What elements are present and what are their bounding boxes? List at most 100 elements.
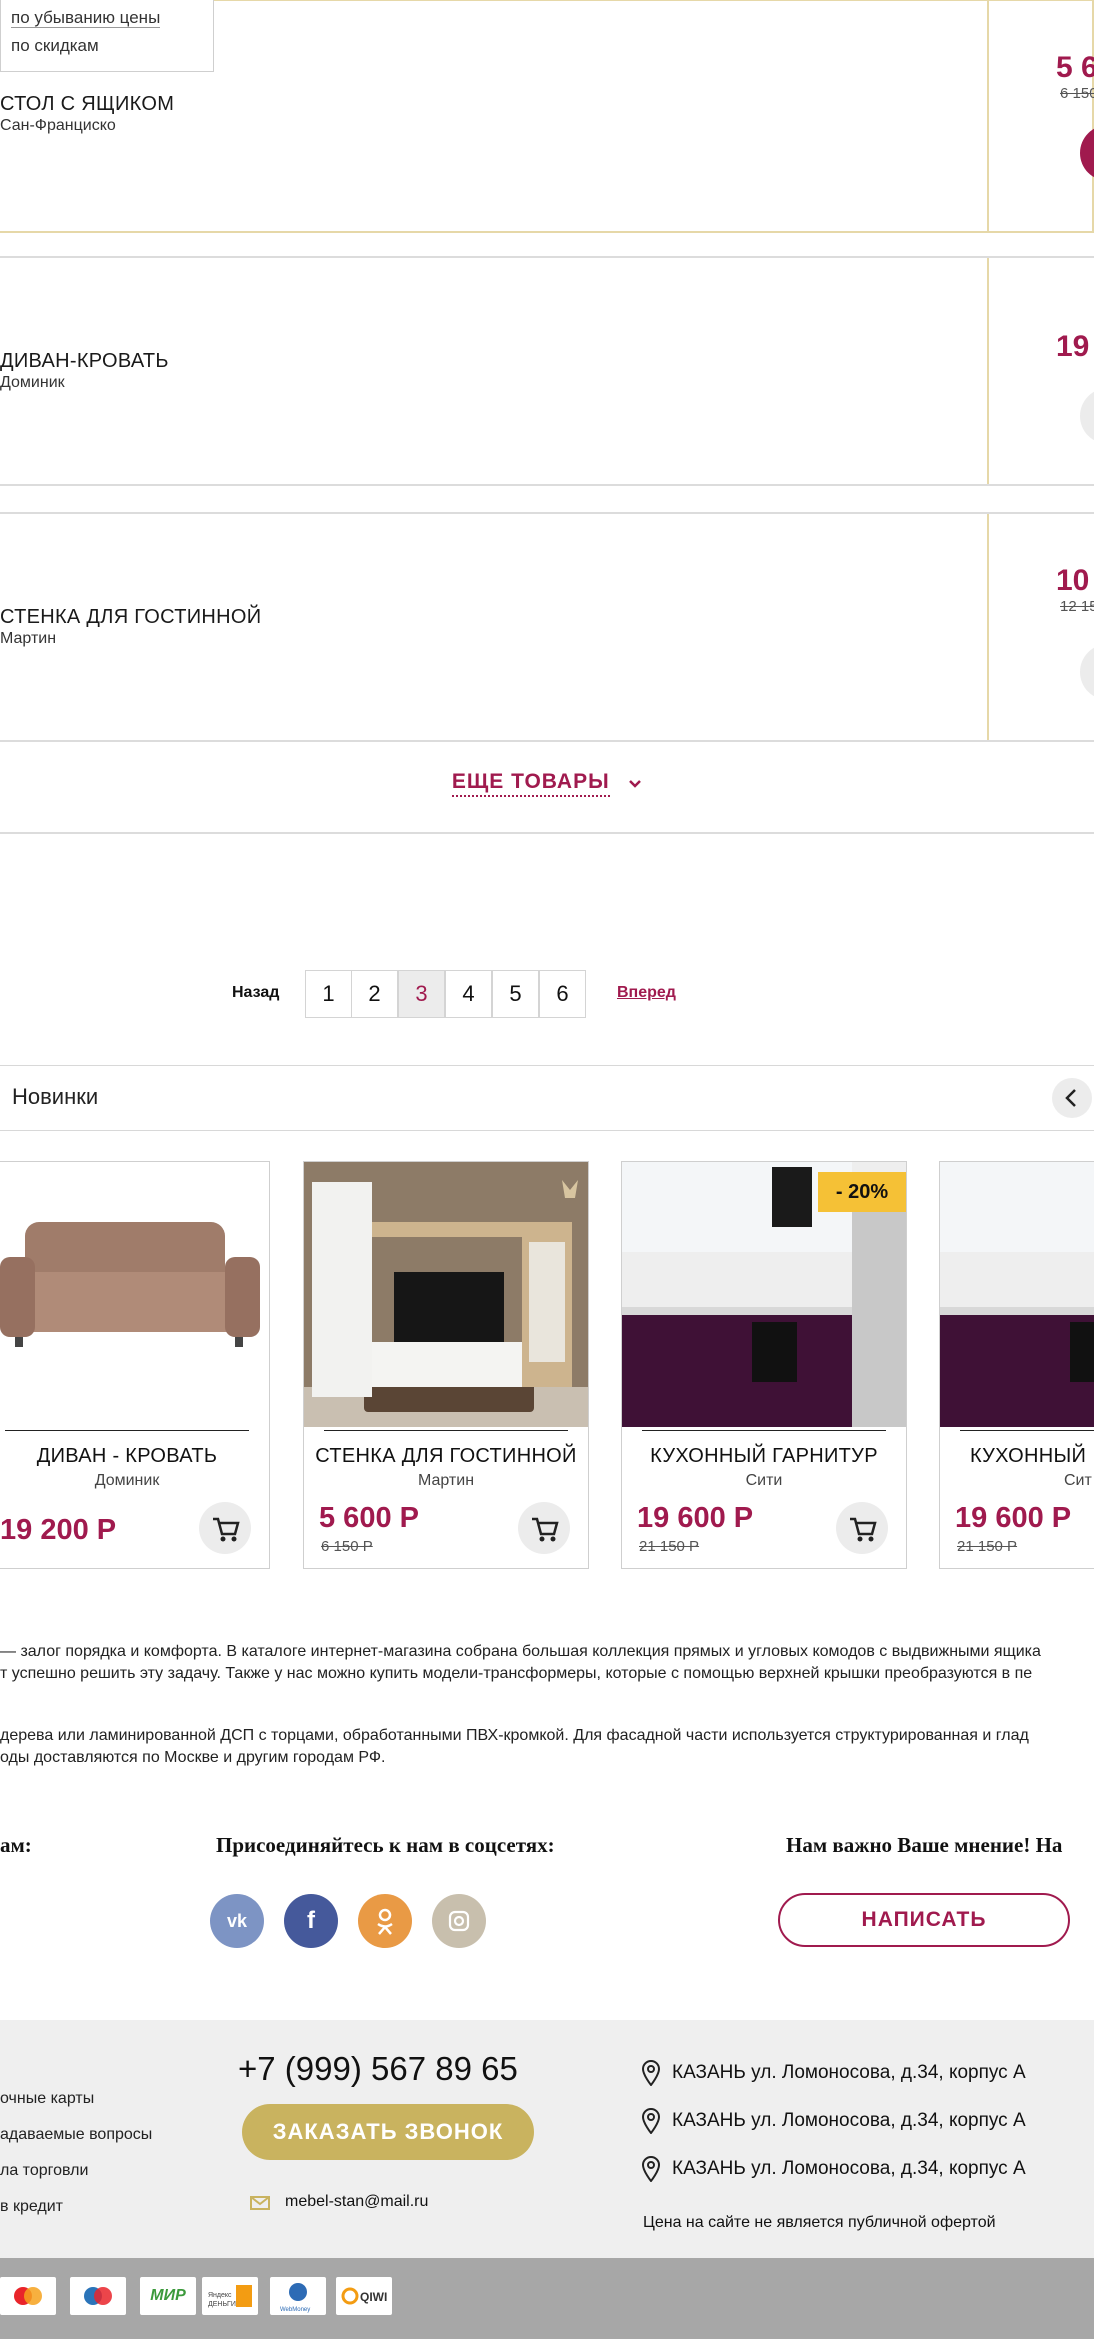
product-card[interactable]: - 20% КУХОННЫЙ ГАРНИТУР Сити 19 600 Р 21… [621, 1161, 907, 1569]
seo-text: оды доставляются по Москве и другим горо… [0, 1749, 386, 1766]
product-card[interactable]: КУХОННЫЙ Сит 19 600 Р 21 150 Р [939, 1161, 1094, 1569]
pager-prev[interactable]: Назад [232, 984, 279, 1002]
footer-disclaimer: Цена на сайте не является публичной офер… [643, 2214, 996, 2231]
cart-button[interactable] [1080, 644, 1094, 700]
pager-page-4[interactable]: 4 [445, 970, 492, 1018]
add-to-cart-button[interactable] [199, 1502, 251, 1554]
more-products-button[interactable]: ЕЩЕ ТОВАРЫ [451, 770, 610, 797]
facebook-icon[interactable]: f [284, 1894, 338, 1948]
pager-page-6[interactable]: 6 [539, 970, 586, 1018]
product-title: КУХОННЫЙ ГАРНИТУР [650, 1445, 878, 1467]
list-item: СТЕНКА ДЛЯ ГОСТИННОЙ Мартин 10 12 15 [0, 512, 1094, 742]
list-item-title: СТОЛ С ЯЩИКОМ [0, 93, 175, 115]
sort-option-discount[interactable]: по скидкам [1, 28, 213, 56]
row-divider [987, 514, 989, 740]
product-image [940, 1162, 1094, 1427]
list-item-old-price: 6 150 [1060, 85, 1094, 102]
seo-text: — залог порядка и комфорта. В каталоге и… [0, 1643, 1041, 1660]
list-item-old-price: 12 15 [1060, 598, 1094, 615]
product-old-price: 21 150 Р [639, 1538, 700, 1555]
sofa-image [0, 1222, 260, 1347]
footer-phone[interactable]: +7 (999) 567 89 65 [238, 2050, 518, 2088]
seo-text: дерева или ламинированной ДСП с торцами,… [0, 1727, 1029, 1744]
odnoklassniki-icon[interactable] [358, 1894, 412, 1948]
footer-link[interactable]: в кредит [0, 2198, 63, 2216]
list-item-subtitle: Мартин [0, 630, 57, 647]
feedback-heading: Нам важно Ваше мнение! На [786, 1833, 1063, 1857]
carousel-prev-button[interactable] [1052, 1078, 1092, 1118]
chevron-down-icon[interactable] [628, 779, 642, 789]
product-card[interactable]: ДИВАН - КРОВАТЬ Доминик 19 200 Р [0, 1161, 270, 1569]
row-divider [987, 1, 989, 231]
callback-button[interactable]: ЗАКАЗАТЬ ЗВОНОК [242, 2104, 534, 2160]
product-price: 19 600 Р [637, 1502, 754, 1534]
cart-button[interactable] [1080, 388, 1094, 444]
cart-icon [850, 1517, 877, 1542]
location-pin-icon [641, 2060, 661, 2086]
list-item-subtitle: Сан-Франциско [0, 117, 116, 134]
pager-page-2[interactable]: 2 [351, 970, 398, 1018]
more-products: ЕЩЕ ТОВАРЫ [0, 770, 1094, 797]
pager-page-1[interactable]: 1 [305, 970, 352, 1018]
card-rule [642, 1430, 886, 1431]
seo-text: т успешно решить эту задачу. Также у нас… [0, 1665, 1033, 1682]
svg-text:QIWI: QIWI [360, 2290, 387, 2304]
sort-dropdown[interactable]: по убыванию цены по скидкам [0, 0, 214, 72]
divider-line [0, 832, 1094, 834]
footer-address: КАЗАНЬ ул. Ломоносова, д.34, корпус А [672, 2158, 1026, 2179]
instagram-icon[interactable] [432, 1894, 486, 1948]
webmoney-icon: WebMoney [270, 2277, 326, 2315]
mail-icon [250, 2196, 270, 2210]
card-rule [960, 1430, 1094, 1431]
product-image [304, 1162, 588, 1427]
list-item-price: 10 [1056, 564, 1090, 597]
footer-link[interactable]: ла торговли [0, 2162, 88, 2180]
sort-option-price-desc[interactable]: по убыванию цены [1, 0, 213, 28]
yandex-money-icon: Яндекс ДЕНЬГИ [202, 2277, 258, 2315]
qiwi-icon: QIWI [336, 2277, 392, 2315]
svg-text:ДЕНЬГИ: ДЕНЬГИ [208, 2301, 236, 2308]
write-button[interactable]: НАПИСАТЬ [778, 1893, 1070, 1947]
list-item-subtitle: Доминик [0, 374, 65, 391]
pager-page-5[interactable]: 5 [492, 970, 539, 1018]
cart-icon [213, 1517, 240, 1542]
footer-address: КАЗАНЬ ул. Ломоносова, д.34, корпус А [672, 2110, 1026, 2131]
discount-badge: - 20% [818, 1172, 906, 1212]
pager-next[interactable]: Вперед [617, 984, 676, 1002]
wall-unit-image [304, 1162, 588, 1427]
mastercard-icon [0, 2277, 56, 2315]
product-title: СТЕНКА ДЛЯ ГОСТИННОЙ [315, 1445, 577, 1467]
vk-icon[interactable]: vk [210, 1894, 264, 1948]
product-title: КУХОННЫЙ [970, 1445, 1087, 1467]
product-image [0, 1162, 269, 1427]
maestro-icon [70, 2277, 126, 2315]
product-subtitle: Мартин [417, 1472, 475, 1489]
chevron-left-icon [1065, 1089, 1076, 1107]
contacts-heading: ам: [0, 1833, 32, 1857]
product-old-price: 6 150 Р [321, 1538, 373, 1555]
product-old-price: 21 150 Р [957, 1538, 1018, 1555]
footer-link[interactable]: очные карты [0, 2090, 94, 2108]
cart-button[interactable] [1080, 125, 1094, 181]
footer-email[interactable]: mebel-stan@mail.ru [285, 2193, 428, 2211]
product-card[interactable]: СТЕНКА ДЛЯ ГОСТИННОЙ Мартин 5 600 Р 6 15… [303, 1161, 589, 1569]
product-title: ДИВАН - КРОВАТЬ [36, 1445, 218, 1467]
list-item-title: СТЕНКА ДЛЯ ГОСТИННОЙ [0, 606, 262, 628]
list-item-price: 5 6 [1056, 51, 1094, 84]
pager-page-3-current[interactable]: 3 [398, 970, 445, 1018]
new-section-header: Новинки [0, 1065, 1094, 1131]
kitchen-image [940, 1162, 1094, 1427]
list-item-price: 19 [1056, 330, 1090, 363]
card-rule [324, 1430, 568, 1431]
location-pin-icon [641, 2156, 661, 2182]
new-section-title: Новинки [12, 1084, 99, 1109]
product-subtitle: Доминик [94, 1472, 160, 1489]
add-to-cart-button[interactable] [518, 1502, 570, 1554]
product-price: 5 600 Р [319, 1502, 419, 1534]
list-item: ДИВАН-КРОВАТЬ Доминик 19 [0, 256, 1094, 486]
footer-link[interactable]: адаваемые вопросы [0, 2126, 152, 2144]
add-to-cart-button[interactable] [836, 1502, 888, 1554]
svg-text:WebMoney: WebMoney [280, 2307, 310, 2313]
card-rule [5, 1430, 249, 1431]
row-divider [987, 258, 989, 484]
